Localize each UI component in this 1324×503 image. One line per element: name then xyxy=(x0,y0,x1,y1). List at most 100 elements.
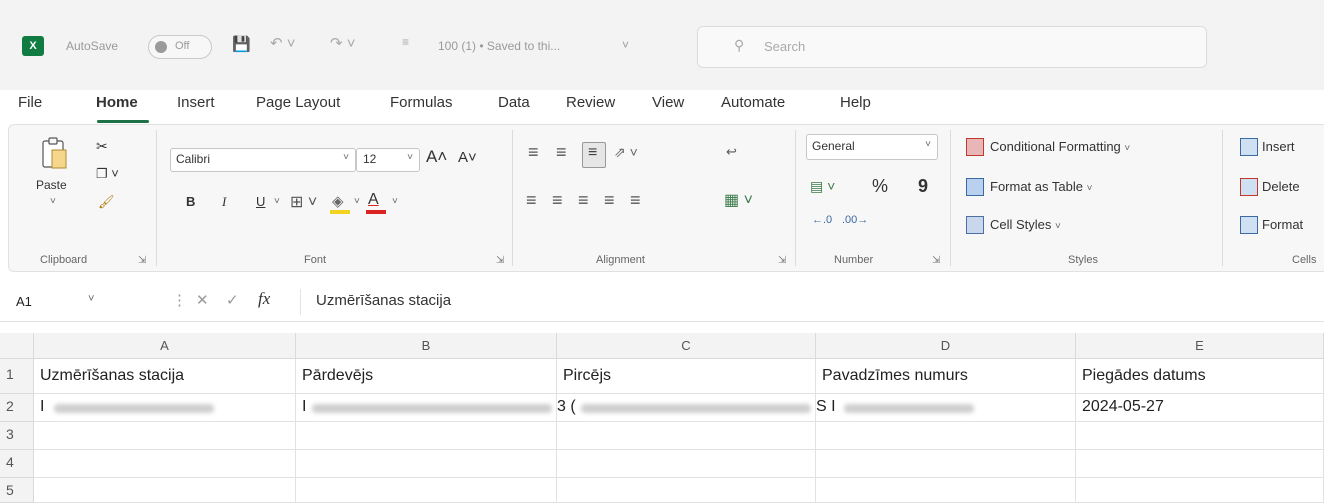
cell-e3[interactable] xyxy=(1076,422,1324,450)
align-right-icon[interactable]: ≡ xyxy=(578,190,589,211)
decrease-decimal-icon[interactable]: .00→ xyxy=(842,214,868,226)
number-launcher-icon[interactable]: ⇲ xyxy=(932,255,940,266)
tab-review[interactable]: Review xyxy=(566,94,615,111)
increase-decimal-icon[interactable]: ←.0 xyxy=(812,214,832,226)
file-title[interactable]: 100 (1) • Saved to thi... xyxy=(438,39,560,53)
row-header-2[interactable]: 2 xyxy=(0,394,34,422)
cell-b5[interactable] xyxy=(296,478,557,503)
cell-c2[interactable]: 3 ( xyxy=(557,394,816,422)
chevron-down-icon[interactable]: ˅ xyxy=(274,196,280,207)
font-launcher-icon[interactable]: ⇲ xyxy=(496,255,504,266)
cancel-icon[interactable]: ✕ xyxy=(196,291,209,309)
column-header-c[interactable]: C xyxy=(557,333,816,359)
more-options-icon[interactable]: ⋮ xyxy=(172,291,187,309)
tab-page-layout[interactable]: Page Layout xyxy=(256,94,340,111)
cell-b2[interactable]: I xyxy=(296,394,557,422)
cell-d3[interactable] xyxy=(816,422,1076,450)
tab-automate[interactable]: Automate xyxy=(721,94,785,111)
bold-button[interactable]: B xyxy=(186,194,195,209)
cell-c1[interactable]: Pircējs xyxy=(557,359,816,394)
cell-a5[interactable] xyxy=(34,478,296,503)
font-size-select[interactable]: 12 ˅ xyxy=(356,148,420,172)
fill-color-icon[interactable]: ◈ xyxy=(332,192,344,210)
italic-button[interactable]: I xyxy=(222,194,226,210)
autosave-toggle[interactable]: Off xyxy=(148,35,212,59)
column-header-d[interactable]: D xyxy=(816,333,1076,359)
orientation-icon[interactable]: ⇗ ˅ xyxy=(614,144,638,161)
cell-styles-button[interactable]: Cell Styles ˅ xyxy=(990,217,1061,232)
wrap-text-icon[interactable]: ↩ xyxy=(726,144,737,160)
paste-button[interactable] xyxy=(40,136,70,172)
row-header-1[interactable]: 1 xyxy=(0,359,34,394)
cell-d1[interactable]: Pavadzīmes numurs xyxy=(816,359,1076,394)
tab-formulas[interactable]: Formulas xyxy=(390,94,453,111)
font-name-select[interactable]: Calibri ˅ xyxy=(170,148,356,172)
paste-dropdown-icon[interactable]: ˅ xyxy=(50,196,56,207)
column-header-b[interactable]: B xyxy=(296,333,557,359)
alignment-launcher-icon[interactable]: ⇲ xyxy=(778,255,786,266)
comma-style-button[interactable]: 9 xyxy=(918,176,928,197)
increase-indent-icon[interactable]: ≡ xyxy=(630,190,641,211)
conditional-formatting-button[interactable]: Conditional Formatting ˅ xyxy=(990,139,1130,154)
copy-icon[interactable]: ❐ ˅ xyxy=(96,166,119,182)
font-color-button[interactable]: A xyxy=(368,191,379,209)
align-center-icon[interactable]: ≡ xyxy=(552,190,563,211)
cell-d2[interactable]: S I xyxy=(816,394,1076,422)
cell-d5[interactable] xyxy=(816,478,1076,503)
column-header-e[interactable]: E xyxy=(1076,333,1324,359)
middle-align-icon[interactable]: ≡ xyxy=(556,142,567,163)
cell-e2[interactable]: 2024-05-27 xyxy=(1076,394,1324,422)
cell-e1[interactable]: Piegādes datums xyxy=(1076,359,1324,394)
select-all-corner[interactable] xyxy=(0,333,34,359)
format-cells-button[interactable]: Format xyxy=(1262,217,1303,232)
cell-a3[interactable] xyxy=(34,422,296,450)
decrease-indent-icon[interactable]: ≡ xyxy=(604,190,615,211)
enter-icon[interactable]: ✓ xyxy=(226,291,239,309)
tab-file[interactable]: File xyxy=(18,94,42,111)
borders-icon[interactable]: ⊞ ˅ xyxy=(290,192,317,212)
cell-a2[interactable]: I xyxy=(34,394,296,422)
column-header-a[interactable]: A xyxy=(34,333,296,359)
cell-b1[interactable]: Pārdevējs xyxy=(296,359,557,394)
format-painter-icon[interactable]: 🖌 xyxy=(98,194,115,210)
insert-function-button[interactable]: fx xyxy=(258,289,270,309)
cell-b3[interactable] xyxy=(296,422,557,450)
formula-input[interactable]: Uzmērīšanas stacija xyxy=(316,292,451,309)
cell-d4[interactable] xyxy=(816,450,1076,478)
align-left-icon[interactable]: ≡ xyxy=(526,190,537,211)
percent-button[interactable]: % xyxy=(872,176,888,197)
cut-icon[interactable]: ✂ xyxy=(96,138,108,155)
tab-view[interactable]: View xyxy=(652,94,684,111)
insert-cells-button[interactable]: Insert xyxy=(1262,139,1295,154)
decrease-font-icon[interactable]: A˅ xyxy=(458,149,477,166)
undo-icon[interactable]: ↶ ˅ xyxy=(270,34,296,52)
search-box[interactable]: ⚲ Search xyxy=(697,26,1207,68)
tab-insert[interactable]: Insert xyxy=(177,94,215,111)
cell-e5[interactable] xyxy=(1076,478,1324,503)
cell-b4[interactable] xyxy=(296,450,557,478)
underline-button[interactable]: U xyxy=(256,194,265,209)
redo-icon[interactable]: ↷ ˅ xyxy=(330,34,356,52)
name-box[interactable]: A1 ˅ xyxy=(14,290,134,314)
cell-e4[interactable] xyxy=(1076,450,1324,478)
customize-qat-icon[interactable]: ≡ xyxy=(402,35,409,49)
cell-c4[interactable] xyxy=(557,450,816,478)
accounting-format-icon[interactable]: ▤ ˅ xyxy=(810,178,835,195)
cell-a4[interactable] xyxy=(34,450,296,478)
number-format-select[interactable]: General ˅ xyxy=(806,134,938,160)
clipboard-launcher-icon[interactable]: ⇲ xyxy=(138,255,146,266)
cell-a1[interactable]: Uzmērīšanas stacija xyxy=(34,359,296,394)
tab-data[interactable]: Data xyxy=(498,94,530,111)
format-as-table-button[interactable]: Format as Table ˅ xyxy=(990,179,1092,194)
increase-font-icon[interactable]: A˄ xyxy=(426,147,447,167)
tab-help[interactable]: Help xyxy=(840,94,871,111)
chevron-down-icon[interactable]: ˅ xyxy=(392,196,398,207)
row-header-3[interactable]: 3 xyxy=(0,422,34,450)
chevron-down-icon[interactable]: ˅ xyxy=(354,196,360,207)
chevron-down-icon[interactable]: ˅ xyxy=(622,38,629,52)
row-header-5[interactable]: 5 xyxy=(0,478,34,503)
save-icon[interactable]: 💾 xyxy=(232,35,251,53)
merge-center-icon[interactable]: ▦ ˅ xyxy=(724,190,753,210)
cell-c5[interactable] xyxy=(557,478,816,503)
cell-c3[interactable] xyxy=(557,422,816,450)
